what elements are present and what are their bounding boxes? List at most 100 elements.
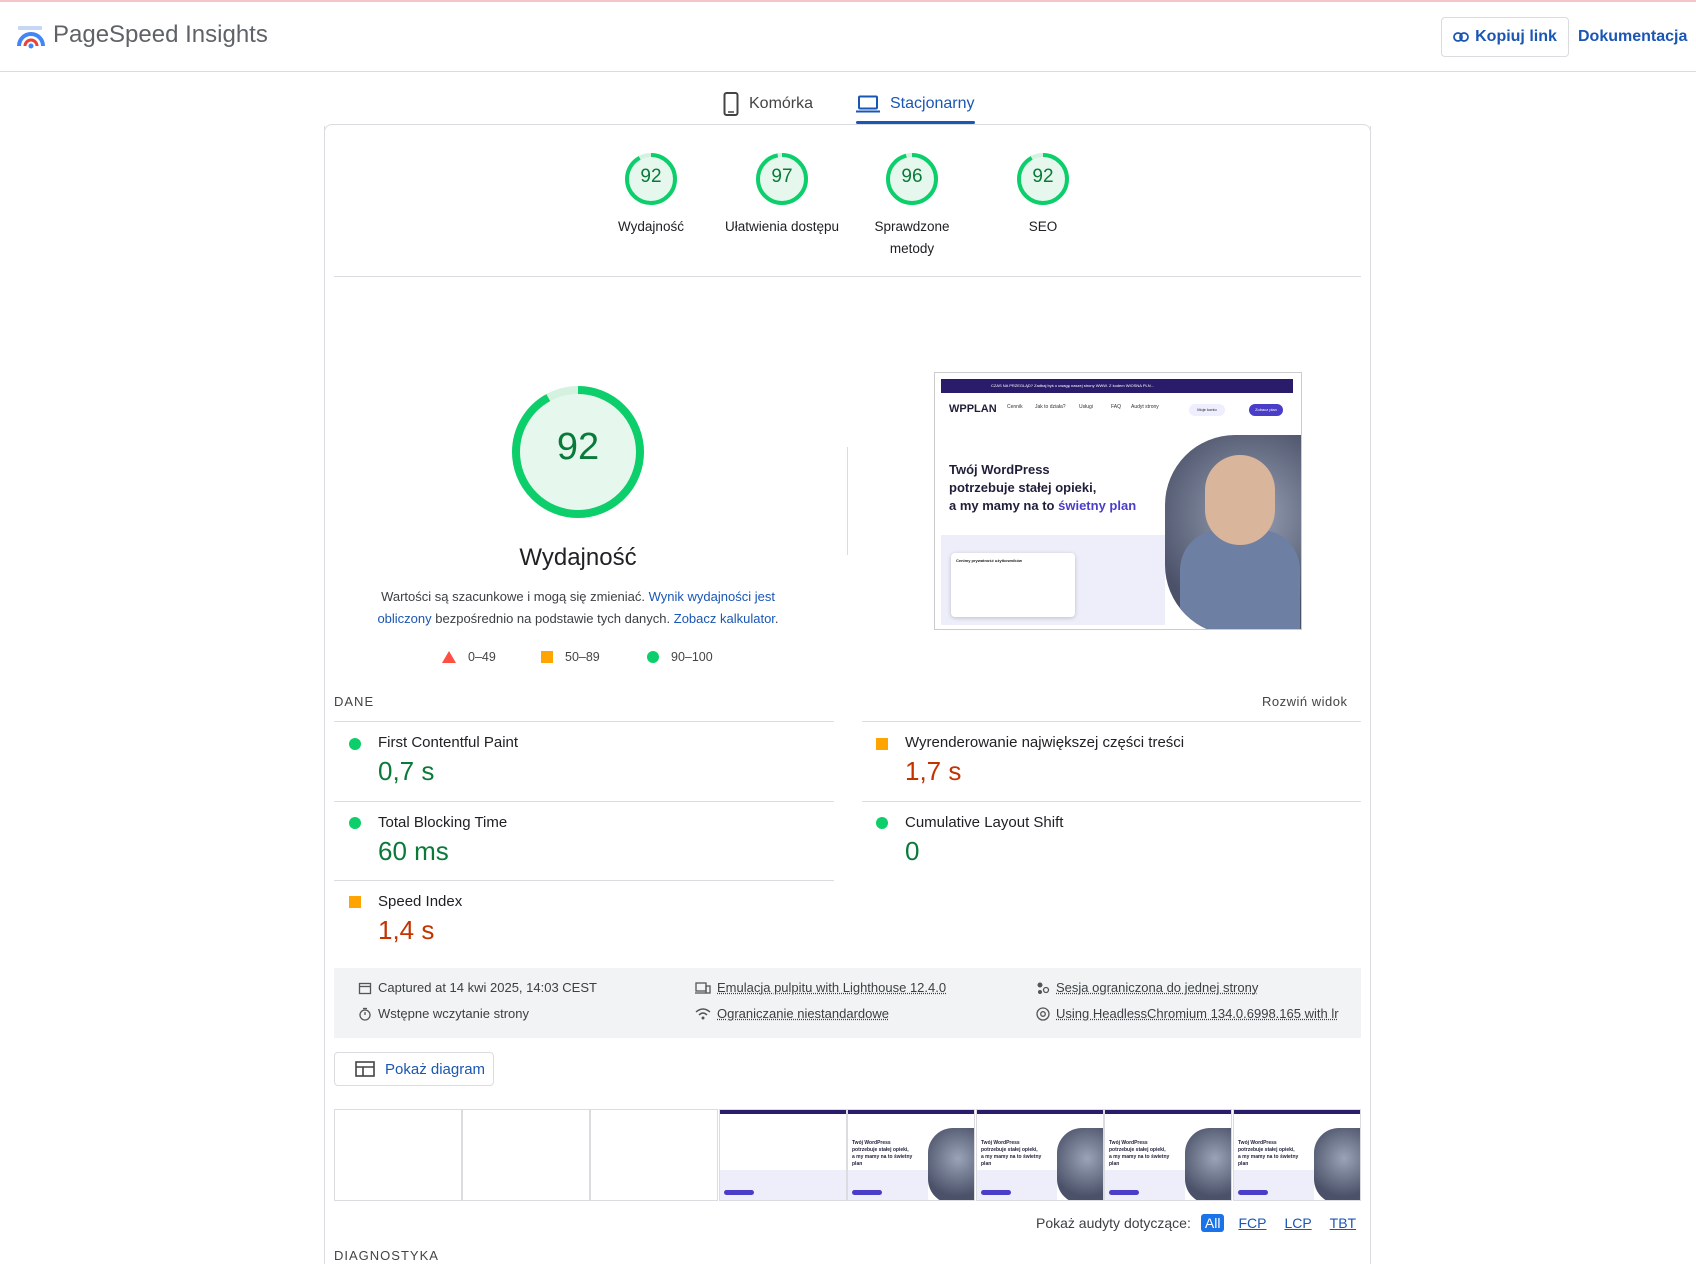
good-indicator-icon <box>876 817 888 829</box>
metrics-divider <box>334 721 834 722</box>
desc-text: bezpośrednio na podstawie tych danych. <box>431 611 674 626</box>
frame-banner <box>720 1110 846 1114</box>
frame-lower-section <box>977 1170 1057 1200</box>
score-label: Wydajność <box>618 219 684 234</box>
app-header: PageSpeed Insights Kopiuj link Dokumenta… <box>0 2 1696 72</box>
score-value: 97 <box>771 166 793 187</box>
hero-body-shape <box>1180 530 1300 629</box>
frame-text: Twój WordPress <box>1109 1140 1148 1146</box>
headline-line: a my mamy na to <box>949 498 1059 513</box>
metric-name: Speed Index <box>378 893 463 910</box>
hero-head-shape <box>1205 455 1275 545</box>
documentation-link[interactable]: Dokumentacja <box>1578 28 1687 46</box>
frame-button <box>981 1190 1011 1195</box>
audit-filter-label: Pokaż audyty dotyczące: <box>1036 1215 1191 1231</box>
timer-icon <box>359 1007 371 1021</box>
frame-text: a my mamy na to <box>1109 1154 1151 1160</box>
calculator-link[interactable]: Zobacz kalkulator <box>674 611 775 626</box>
score-label: SEO <box>1028 219 1058 234</box>
phone-icon <box>723 92 739 116</box>
chrome-icon <box>1036 1006 1050 1021</box>
session-icon <box>1037 982 1050 994</box>
frame-hero <box>1314 1128 1360 1200</box>
good-indicator-icon <box>349 738 361 750</box>
preview-nav-item: Audyt strony <box>1131 404 1159 410</box>
performance-title: Wydajność <box>519 544 637 571</box>
metric-value: 0,7 s <box>378 756 435 786</box>
vertical-divider <box>847 447 848 555</box>
frame-hero <box>1057 1128 1103 1200</box>
info-emulation[interactable]: Emulacja pulpitu with Lighthouse 12.4.0 <box>695 980 946 995</box>
diagnostics-label: DIAGNOSTYKA <box>334 1248 439 1263</box>
score-gauge-best-practices[interactable]: 96 Sprawdzone metody <box>852 152 972 260</box>
frame-text: potrzebuje stałej opieki, <box>981 1147 1038 1153</box>
copy-link-button[interactable]: Kopiuj link <box>1441 17 1569 57</box>
frame-text: potrzebuje stałej opieki, <box>852 1147 909 1153</box>
metric-name: Total Blocking Time <box>378 814 508 831</box>
info-text: Ograniczanie niestandardowe <box>717 1006 889 1021</box>
show-diagram-button[interactable]: Pokaż diagram <box>334 1052 494 1086</box>
preview-nav-item: Usługi <box>1079 404 1093 410</box>
filmstrip-frame <box>719 1109 847 1201</box>
filter-lcp[interactable]: LCP <box>1280 1214 1315 1232</box>
frame-text: a my mamy na to <box>981 1154 1023 1160</box>
frame-headline: Twój WordPress potrzebuje stałej opieki, a… <box>1238 1140 1308 1168</box>
performance-score: 92 <box>556 426 600 468</box>
filmstrip-frame: Twój WordPress potrzebuje stałej opieki, a… <box>976 1109 1104 1201</box>
frame-banner <box>1105 1110 1231 1114</box>
tab-mobile[interactable]: Komórka <box>723 84 813 124</box>
preview-headline: Twój WordPress potrzebuje stałej opieki,… <box>949 461 1159 515</box>
info-session[interactable]: Sesja ograniczona do jednej strony <box>1036 980 1258 995</box>
frame-text: potrzebuje stałej opieki, <box>1109 1147 1166 1153</box>
filter-all[interactable]: All <box>1200 1214 1225 1232</box>
frame-button <box>852 1190 882 1195</box>
filmstrip-frame: Twój WordPress potrzebuje stałej opieki, a… <box>1104 1109 1232 1201</box>
audit-filter-bar: Pokaż audyty dotyczące: All FCP LCP TBT <box>1036 1214 1360 1232</box>
metrics-divider <box>862 801 1361 802</box>
report-card <box>324 126 1371 1264</box>
frame-button <box>1109 1190 1139 1195</box>
frame-text: a my mamy na to <box>1238 1154 1280 1160</box>
wifi-icon <box>695 1007 711 1019</box>
preview-logo: WPPLAN <box>949 403 997 415</box>
pagespeed-logo-icon <box>17 26 45 49</box>
filter-fcp[interactable]: FCP <box>1234 1214 1270 1232</box>
page-screenshot[interactable]: CZAS NA PRZEGLĄD? Zadbaj byś o uwagę nas… <box>934 372 1302 630</box>
preview-account-button: Moje konto <box>1189 404 1225 416</box>
info-throttling[interactable]: Ograniczanie niestandardowe <box>695 1006 889 1021</box>
score-label: Sprawdzone metody <box>874 219 950 256</box>
score-value: 92 <box>1032 166 1054 187</box>
frame-text: potrzebuje stałej opieki, <box>1238 1147 1295 1153</box>
frame-headline: Twój WordPress potrzebuje stałej opieki, a… <box>1109 1140 1179 1168</box>
tab-mobile-label: Komórka <box>749 95 814 112</box>
link-icon <box>1453 32 1470 42</box>
headline-highlight: świetny plan <box>1058 498 1137 513</box>
filter-tbt[interactable]: TBT <box>1326 1214 1360 1232</box>
score-gauge-performance[interactable]: 92 Wydajność <box>591 152 711 238</box>
tab-desktop-label: Stacjonarny <box>890 95 975 112</box>
laptop-icon <box>856 95 880 113</box>
circle-icon <box>647 651 659 663</box>
filmstrip-frame <box>462 1109 590 1201</box>
square-icon <box>541 651 553 663</box>
desc-text: . <box>774 611 779 626</box>
tab-desktop[interactable]: Stacjonarny <box>856 84 975 124</box>
frame-text: Twój WordPress <box>852 1140 891 1146</box>
preview-nav-item: Cennik <box>1007 404 1023 410</box>
score-value: 92 <box>640 166 662 187</box>
score-value: 96 <box>901 166 923 187</box>
treemap-icon <box>355 1061 375 1077</box>
metrics-divider <box>862 721 1361 722</box>
score-gauge-seo[interactable]: 92 SEO <box>983 152 1103 238</box>
info-browser[interactable]: Using HeadlessChromium 134.0.6998.165 wi… <box>1036 1006 1354 1021</box>
metric-name: Cumulative Layout Shift <box>905 814 1064 831</box>
average-indicator-icon <box>876 738 888 750</box>
frame-button <box>1238 1190 1268 1195</box>
triangle-icon <box>442 651 456 663</box>
info-captured: Captured at 14 kwi 2025, 14:03 CEST <box>358 980 597 995</box>
score-gauge-accessibility[interactable]: 97 Ułatwienia dostępu <box>722 152 842 238</box>
frame-lower-section <box>1234 1170 1314 1200</box>
expand-view-toggle[interactable]: Rozwiń widok <box>1262 694 1347 709</box>
frame-button <box>724 1190 754 1195</box>
score-label: Ułatwienia dostępu <box>724 219 840 234</box>
